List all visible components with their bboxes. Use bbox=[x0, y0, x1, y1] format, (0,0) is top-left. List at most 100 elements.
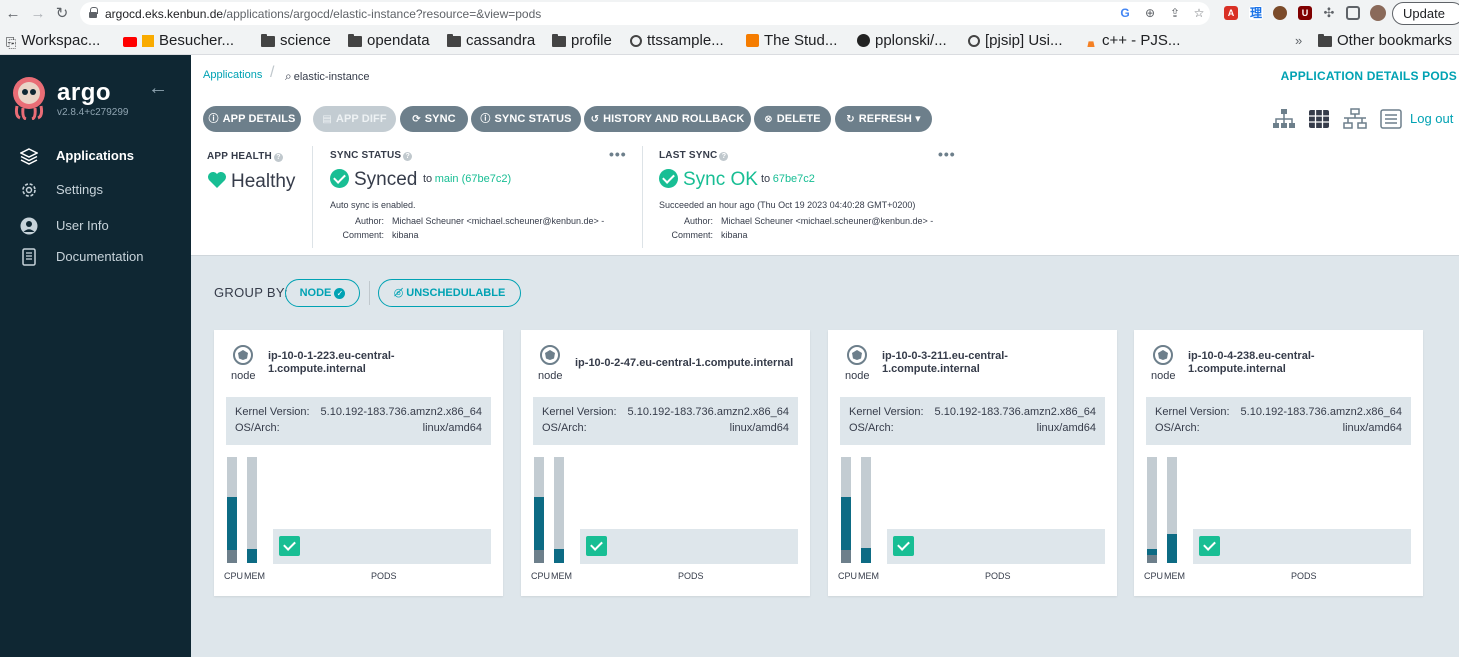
bookmark-cpp[interactable]: c++ - PJS... bbox=[1085, 32, 1180, 50]
os-arch: linux/amd64 bbox=[729, 422, 789, 434]
zoom-icon[interactable]: ⊕ bbox=[1142, 5, 1158, 21]
sidebar-item-applications[interactable]: Applications bbox=[18, 145, 178, 167]
bookmark-workspace[interactable]: ⎘ Workspac... bbox=[6, 32, 100, 52]
bookmark-besucher[interactable]: Besucher... bbox=[123, 32, 234, 50]
pods-label: PODS bbox=[678, 571, 704, 581]
refresh-button[interactable]: ↻ REFRESH ▾ bbox=[835, 106, 932, 132]
health-value: Healthy bbox=[231, 171, 296, 192]
adblock-icon[interactable]: A bbox=[1224, 6, 1238, 20]
forward-icon[interactable]: → bbox=[28, 4, 48, 24]
sidebar-item-documentation[interactable]: Documentation bbox=[18, 246, 178, 268]
bookmark-science[interactable]: science bbox=[261, 32, 331, 50]
update-button[interactable]: Update ⋮ bbox=[1392, 2, 1459, 42]
mem-label: MEM bbox=[244, 571, 265, 581]
app-diff-button[interactable]: ▤ APP DIFF bbox=[313, 106, 396, 132]
pods-view-icon[interactable] bbox=[1307, 108, 1331, 130]
tree-view-icon[interactable] bbox=[1272, 108, 1296, 130]
kubernetes-node-icon bbox=[847, 345, 867, 365]
divider bbox=[312, 146, 313, 248]
sync-author: Michael Scheuner <michael.scheuner@kenbu… bbox=[392, 216, 605, 226]
history-rollback-button[interactable]: ↺ HISTORY AND ROLLBACK bbox=[584, 106, 751, 132]
breadcrumb-current[interactable]: ⌕ elastic-instance bbox=[285, 69, 370, 84]
auto-sync-text: Auto sync is enabled. bbox=[330, 200, 416, 210]
sync-status-menu[interactable]: ••• bbox=[609, 146, 627, 162]
node-card[interactable]: node ip-10-0-4-238.eu-central- 1.compute.… bbox=[1134, 330, 1423, 596]
last-sync-menu[interactable]: ••• bbox=[938, 146, 956, 162]
delete-button[interactable]: ⊗ DELETE bbox=[754, 106, 831, 132]
profile-avatar[interactable] bbox=[1370, 5, 1386, 21]
bookmark-pplonski[interactable]: pplonski/... bbox=[857, 32, 947, 50]
cpu-label: CPU bbox=[531, 571, 551, 581]
back-icon[interactable]: ← bbox=[3, 4, 23, 24]
address-bar[interactable]: argocd.eks.kenbun.de/applications/argocd… bbox=[80, 2, 1210, 25]
sync-button[interactable]: ⟳ SYNC bbox=[400, 106, 468, 132]
sidebar-item-label: Documentation bbox=[56, 249, 144, 264]
sync-icon: ⟳ bbox=[412, 114, 421, 125]
pod-healthy-icon[interactable] bbox=[586, 536, 607, 556]
kubernetes-node-icon bbox=[540, 345, 560, 365]
group-by-node-button[interactable]: NODE ✓ bbox=[285, 279, 360, 307]
collapse-sidebar-icon[interactable]: ← bbox=[148, 77, 168, 100]
browser-toolbar: ← → ↻ argocd.eks.kenbun.de/applications/… bbox=[0, 0, 1459, 42]
history-icon: ↺ bbox=[590, 114, 600, 125]
kernel-label: Kernel Version: bbox=[849, 406, 924, 418]
breadcrumb-applications[interactable]: Applications bbox=[203, 69, 262, 81]
bookmark-cassandra[interactable]: cassandra bbox=[447, 32, 535, 50]
bookmark-other[interactable]: Other bookmarks bbox=[1318, 32, 1452, 50]
star-icon[interactable]: ☆ bbox=[1191, 5, 1207, 21]
os-arch-label: OS/Arch: bbox=[542, 422, 587, 434]
cpu-bar bbox=[841, 457, 851, 563]
pods-area bbox=[580, 529, 798, 564]
gear-icon bbox=[22, 183, 36, 197]
sidebar-item-user-info[interactable]: User Info bbox=[18, 215, 178, 237]
node-card[interactable]: node ip-10-0-2-47.eu-central-1.compute.i… bbox=[521, 330, 810, 596]
bookmark-ttssample[interactable]: ttssample... bbox=[630, 32, 724, 50]
ublock-icon[interactable]: U bbox=[1298, 6, 1312, 20]
sidepanel-icon[interactable] bbox=[1346, 6, 1360, 20]
mem-label: MEM bbox=[1164, 571, 1185, 581]
bookmark-opendata[interactable]: opendata bbox=[348, 32, 430, 50]
sync-revision-link[interactable]: main (67be7c2) bbox=[435, 173, 511, 185]
kernel-version: 5.10.192-183.736.amzn2.x86_64 bbox=[934, 406, 1096, 418]
last-sync-author: Michael Scheuner <michael.scheuner@kenbu… bbox=[721, 216, 934, 226]
pod-healthy-icon[interactable] bbox=[1199, 536, 1220, 556]
node-name[interactable]: ip-10-0-2-47.eu-central-1.compute.intern… bbox=[575, 357, 805, 370]
extensions-icon[interactable]: ✣ bbox=[1322, 6, 1336, 20]
node-name[interactable]: ip-10-0-4-238.eu-central- 1.compute.inter… bbox=[1188, 350, 1418, 376]
sync-status-button[interactable]: ⓘ SYNC STATUS bbox=[471, 106, 581, 132]
mem-bar bbox=[554, 457, 564, 563]
node-name[interactable]: ip-10-0-3-211.eu-central- 1.compute.inter… bbox=[882, 350, 1112, 376]
bookmark-thestud[interactable]: The Stud... bbox=[746, 32, 837, 50]
translate-icon[interactable]: 理 bbox=[1249, 6, 1263, 20]
logout-link[interactable]: Log out bbox=[1410, 111, 1453, 126]
bookmark-pjsip[interactable]: [pjsip] Usi... bbox=[968, 32, 1063, 50]
pods-label: PODS bbox=[985, 571, 1011, 581]
list-view-icon[interactable] bbox=[1379, 108, 1403, 130]
cookie-icon[interactable] bbox=[1273, 6, 1287, 20]
node-name[interactable]: ip-10-0-1-223.eu-central- 1.compute.inter… bbox=[268, 350, 498, 376]
pod-healthy-icon[interactable] bbox=[893, 536, 914, 556]
user-icon bbox=[20, 217, 38, 235]
kernel-label: Kernel Version: bbox=[542, 406, 617, 418]
reload-icon[interactable]: ↻ bbox=[52, 4, 72, 24]
brand-name: argo bbox=[57, 79, 112, 106]
share-icon[interactable]: ⇪ bbox=[1167, 5, 1183, 21]
google-icon[interactable]: G bbox=[1117, 5, 1133, 21]
check-circle-icon bbox=[659, 169, 678, 188]
bookmark-profile[interactable]: profile bbox=[552, 32, 612, 50]
pod-healthy-icon[interactable] bbox=[279, 536, 300, 556]
help-icon: ? bbox=[273, 153, 283, 162]
bookmarks-overflow[interactable]: » bbox=[1295, 32, 1302, 50]
app-details-button[interactable]: ⓘ APP DETAILS bbox=[203, 106, 301, 132]
node-info: Kernel Version: 5.10.192-183.736.amzn2.x… bbox=[1146, 397, 1411, 445]
divider bbox=[642, 146, 643, 248]
node-card[interactable]: node ip-10-0-3-211.eu-central- 1.compute.… bbox=[828, 330, 1117, 596]
pods-label: PODS bbox=[371, 571, 397, 581]
sidebar-item-settings[interactable]: Settings bbox=[18, 179, 178, 201]
node-card[interactable]: node ip-10-0-1-223.eu-central- 1.compute.… bbox=[214, 330, 503, 596]
version-text: v2.8.4+c279299 bbox=[57, 107, 129, 118]
last-sync-to-text: to bbox=[761, 173, 771, 185]
network-view-icon[interactable] bbox=[1343, 108, 1367, 130]
unschedulable-toggle[interactable]: ◎̸ UNSCHEDULABLE bbox=[378, 279, 521, 307]
last-sync-revision-link[interactable]: 67be7c2 bbox=[773, 173, 815, 185]
